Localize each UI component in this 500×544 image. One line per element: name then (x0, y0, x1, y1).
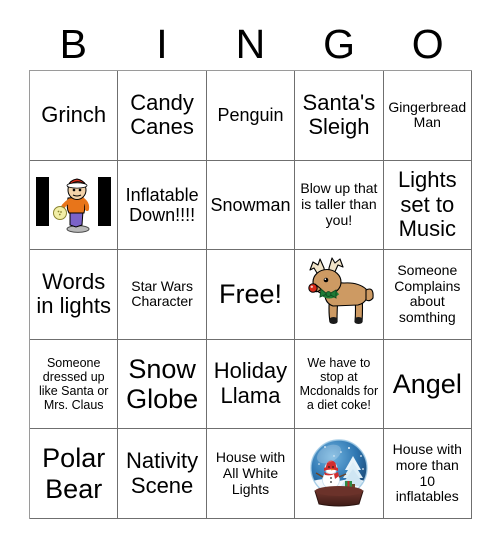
bingo-cell-label: Inflatable Down!!!! (125, 184, 199, 225)
snow-globe-icon (310, 438, 368, 507)
bingo-cell[interactable]: Gingerbread Man (383, 71, 472, 161)
bingo-cell-reindeer[interactable] (295, 250, 384, 340)
bingo-cell-label: Grinch (41, 101, 107, 127)
bingo-cell[interactable]: We have to stop at Mcdonalds for a diet … (295, 339, 384, 430)
bingo-cell[interactable]: House with All White Lights (206, 429, 296, 519)
bingo-header: B I N G O (29, 18, 472, 70)
bingo-cell[interactable]: Words in lights (30, 250, 119, 340)
bowler-figure-icon (52, 178, 90, 233)
bingo-cell[interactable]: Someone dressed up like Santa or Mrs. Cl… (30, 339, 119, 430)
bingo-cell[interactable]: Santa's Sleigh (295, 71, 384, 161)
bingo-cell-label: House with more than 10 inflatables (392, 441, 462, 505)
bingo-cell-image (298, 431, 379, 516)
bingo-cell[interactable]: Penguin (206, 71, 296, 161)
bingo-cell[interactable]: Grinch (30, 71, 119, 161)
bingo-cell-label: Star Wars Character (131, 277, 193, 310)
bingo-cell-label: We have to stop at Mcdonalds for a diet … (299, 356, 379, 413)
header-letter-i: I (156, 20, 168, 67)
header-letter-g: G (323, 20, 356, 67)
bingo-cell-label: Free! (218, 279, 282, 310)
bingo-cell-label: Penguin (217, 105, 284, 126)
bingo-cell-label: Santa's Sleigh (302, 89, 376, 140)
bingo-cell-label: Gingerbread Man (388, 98, 467, 131)
bingo-cell-bowler-with-santa-hat[interactable] (30, 160, 119, 251)
bingo-cell-label: Candy Canes (130, 89, 194, 140)
bingo-cell-label: Nativity Scene (126, 448, 199, 498)
bingo-cell[interactable]: Lights set to Music (383, 160, 472, 251)
bingo-cell-label: Angel (392, 368, 462, 399)
bingo-cell[interactable]: Angel (383, 339, 472, 430)
bingo-cell-label: Holiday Llama (213, 358, 288, 409)
bingo-cell-image (33, 163, 114, 248)
bingo-cell-label: Snow Globe (126, 353, 199, 415)
bingo-cell[interactable]: Star Wars Character (118, 250, 207, 340)
bingo-cell-label: Blow up that is taller than you! (300, 180, 378, 228)
bingo-cell-label: Polar Bear (42, 443, 106, 504)
black-bar-right (98, 176, 112, 227)
bingo-cell-label: Someone Complains about somthing (394, 262, 461, 326)
bingo-cell-label: Lights set to Music (397, 166, 457, 242)
bingo-cell[interactable]: Blow up that is taller than you! (295, 160, 384, 251)
header-letter-b: B (59, 20, 87, 67)
bingo-cell[interactable]: Snow Globe (118, 339, 207, 430)
bingo-cell[interactable]: Holiday Llama (206, 339, 296, 430)
black-bar-left (36, 176, 49, 227)
bingo-cell-label: Someone dressed up like Santa or Mrs. Cl… (38, 356, 109, 413)
bingo-cell[interactable]: Free! (206, 250, 296, 340)
bingo-cell[interactable]: Candy Canes (118, 71, 207, 161)
bingo-cell[interactable]: Someone Complains about somthing (383, 250, 472, 340)
bingo-cell-label: House with All White Lights (215, 449, 286, 497)
bingo-card: B I N G O Grinch Candy Canes Penguin Santa'… (0, 0, 500, 544)
bingo-cell[interactable]: Inflatable Down!!!! (118, 160, 207, 251)
header-letter-n: N (235, 20, 266, 67)
header-letter-o: O (411, 20, 444, 67)
bingo-cell[interactable]: House with more than 10 inflatables (383, 429, 472, 519)
bingo-cell-snow-globe[interactable] (295, 429, 384, 519)
bingo-cell-image (298, 252, 379, 337)
bingo-cell[interactable]: Snowman (206, 160, 296, 251)
bingo-cell-label: Words in lights (36, 268, 111, 319)
bingo-cell-label: Snowman (210, 194, 291, 215)
bingo-grid: Grinch Candy Canes Penguin Santa's Sleigh Gi… (29, 70, 472, 519)
bowler-scene (33, 163, 114, 248)
bingo-cell[interactable]: Nativity Scene (118, 429, 207, 519)
reindeer-icon (308, 257, 374, 325)
bingo-cell[interactable]: Polar Bear (30, 429, 119, 519)
